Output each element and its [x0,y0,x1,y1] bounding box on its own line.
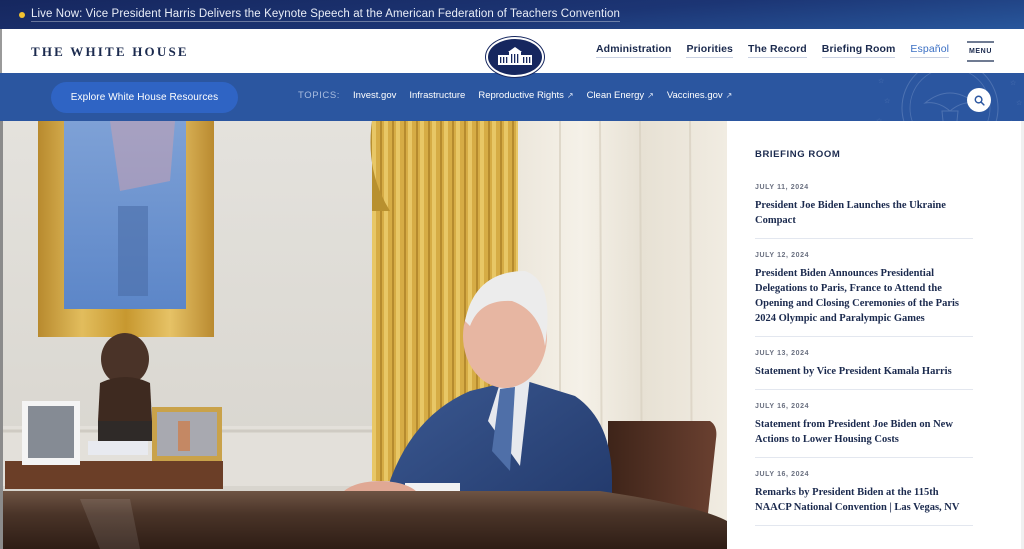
nav-priorities[interactable]: Priorities [686,43,734,58]
svg-text:☆: ☆ [1016,99,1022,107]
item-date: JULY 11, 2024 [755,184,809,191]
live-indicator-icon [19,11,25,18]
topics-list: TOPICS: Invest.gov Infrastructure Reprod… [298,90,732,101]
external-link-icon: ↗ [566,91,574,100]
list-item[interactable]: JULY 13, 2024 Statement by Vice Presiden… [755,350,973,390]
briefing-room-panel: BRIEFING ROOM JULY 11, 2024 President Jo… [727,121,1024,549]
nav-the-record[interactable]: The Record [748,43,807,58]
topics-label: TOPICS: [298,90,341,101]
site-header: THE WHITE HOUSE Administration Prioritie… [0,29,1024,77]
explore-resources-button[interactable]: Explore White House Resources [51,82,238,113]
list-item[interactable]: JULY 16, 2024 Remarks by President Biden… [755,471,973,526]
topics-bar: ☆☆☆ ☆☆☆ Explore White House Resources TO… [0,73,1024,121]
nav-administration[interactable]: Administration [596,43,672,58]
topic-label: Vaccines.gov [666,90,723,101]
topic-reproductive-rights[interactable]: Reproductive Rights ↗ [478,90,573,101]
live-banner-link[interactable]: Live Now: Vice President Harris Delivers… [31,8,620,22]
item-date: JULY 16, 2024 [755,403,810,410]
briefing-room-list: JULY 11, 2024 President Joe Biden Launch… [755,184,973,526]
list-item[interactable]: JULY 16, 2024 Statement from President J… [755,403,973,458]
topic-vaccines-gov[interactable]: Vaccines.gov ↗ [667,90,733,101]
topic-label: Infrastructure [409,90,466,101]
white-house-seal-icon[interactable] [486,37,544,77]
item-date: JULY 13, 2024 [755,350,810,357]
nav-briefing-room[interactable]: Briefing Room [821,43,896,58]
live-banner[interactable]: Live Now: Vice President Harris Delivers… [0,0,1024,29]
svg-text:☆: ☆ [878,77,884,85]
svg-text:☆: ☆ [884,97,890,105]
topic-label: Clean Energy [586,90,645,101]
topic-invest-gov[interactable]: Invest.gov [353,90,396,101]
search-button[interactable] [967,88,991,112]
list-item[interactable]: JULY 11, 2024 President Joe Biden Launch… [755,184,973,239]
hero-image[interactable] [0,121,727,549]
search-icon [974,95,985,106]
svg-text:☆: ☆ [1010,79,1016,87]
item-headline[interactable]: President Joe Biden Launches the Ukraine… [755,198,973,228]
topic-label: Reproductive Rights [478,90,564,101]
menu-button[interactable]: MENU [967,41,994,62]
item-headline[interactable]: Remarks by President Biden at the 115th … [755,485,973,515]
item-headline[interactable]: Statement by Vice President Kamala Harri… [755,364,973,379]
menu-label: MENU [968,48,992,55]
item-headline[interactable]: Statement from President Joe Biden on Ne… [755,417,973,447]
external-link-icon: ↗ [647,91,654,100]
item-date: JULY 16, 2024 [755,471,810,478]
presidential-seal-watermark-icon: ☆☆☆ ☆☆☆ [876,73,1022,121]
item-headline[interactable]: President Biden Announces Presidential D… [755,266,973,326]
list-item[interactable]: JULY 12, 2024 President Biden Announces … [755,252,973,337]
item-date: JULY 12, 2024 [755,252,810,259]
topic-label: Invest.gov [353,90,397,101]
topic-infrastructure[interactable]: Infrastructure [409,90,465,101]
oval-office-photo [0,121,727,549]
white-house-building-icon [498,47,532,65]
window-edge [0,121,3,549]
nav-espanol[interactable]: Español [910,43,950,58]
briefing-room-heading[interactable]: BRIEFING ROOM [755,149,840,160]
external-link-icon: ↗ [725,91,733,100]
main-nav: Administration Priorities The Record Bri… [596,43,950,58]
site-wordmark[interactable]: THE WHITE HOUSE [31,44,189,60]
topic-clean-energy[interactable]: Clean Energy ↗ [587,90,654,101]
